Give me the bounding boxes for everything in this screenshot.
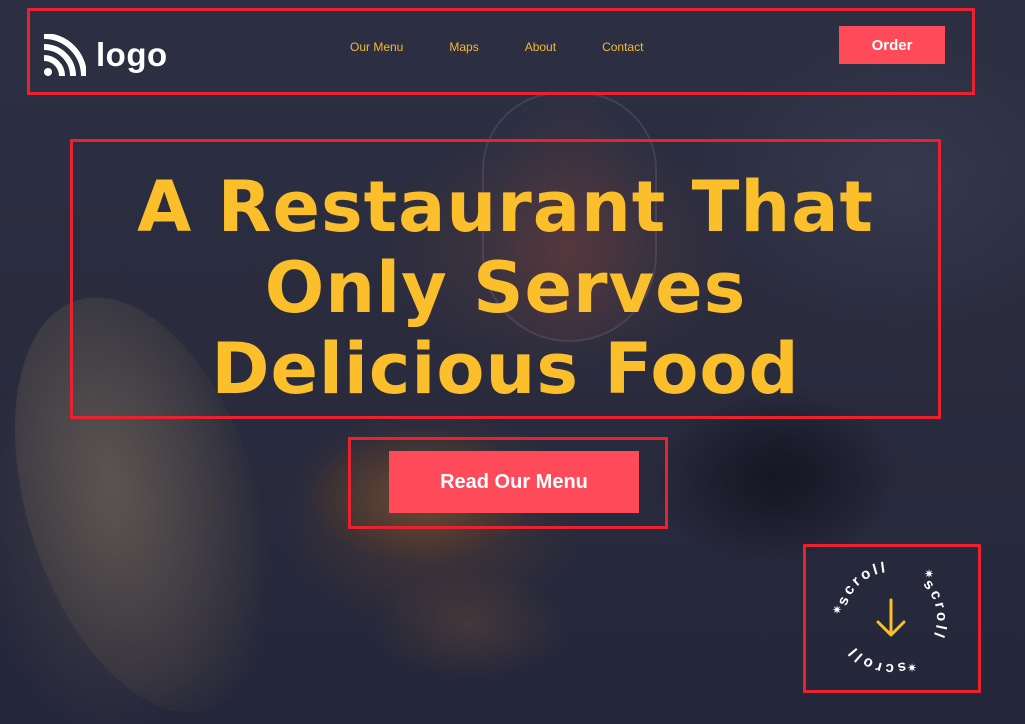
annotation-box-scroll — [803, 544, 981, 693]
nuts-shape — [370, 570, 570, 680]
annotation-box-cta — [348, 437, 668, 529]
annotation-box-hero — [70, 139, 941, 419]
annotation-box-header — [27, 8, 975, 95]
